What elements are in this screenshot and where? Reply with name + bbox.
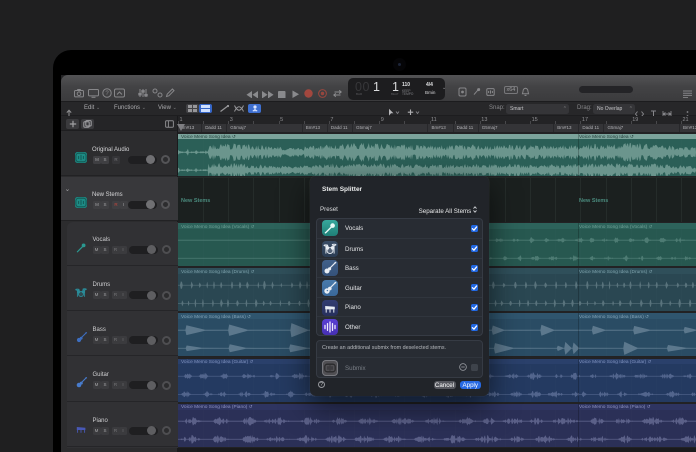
svg-text:?: ? xyxy=(105,91,109,97)
